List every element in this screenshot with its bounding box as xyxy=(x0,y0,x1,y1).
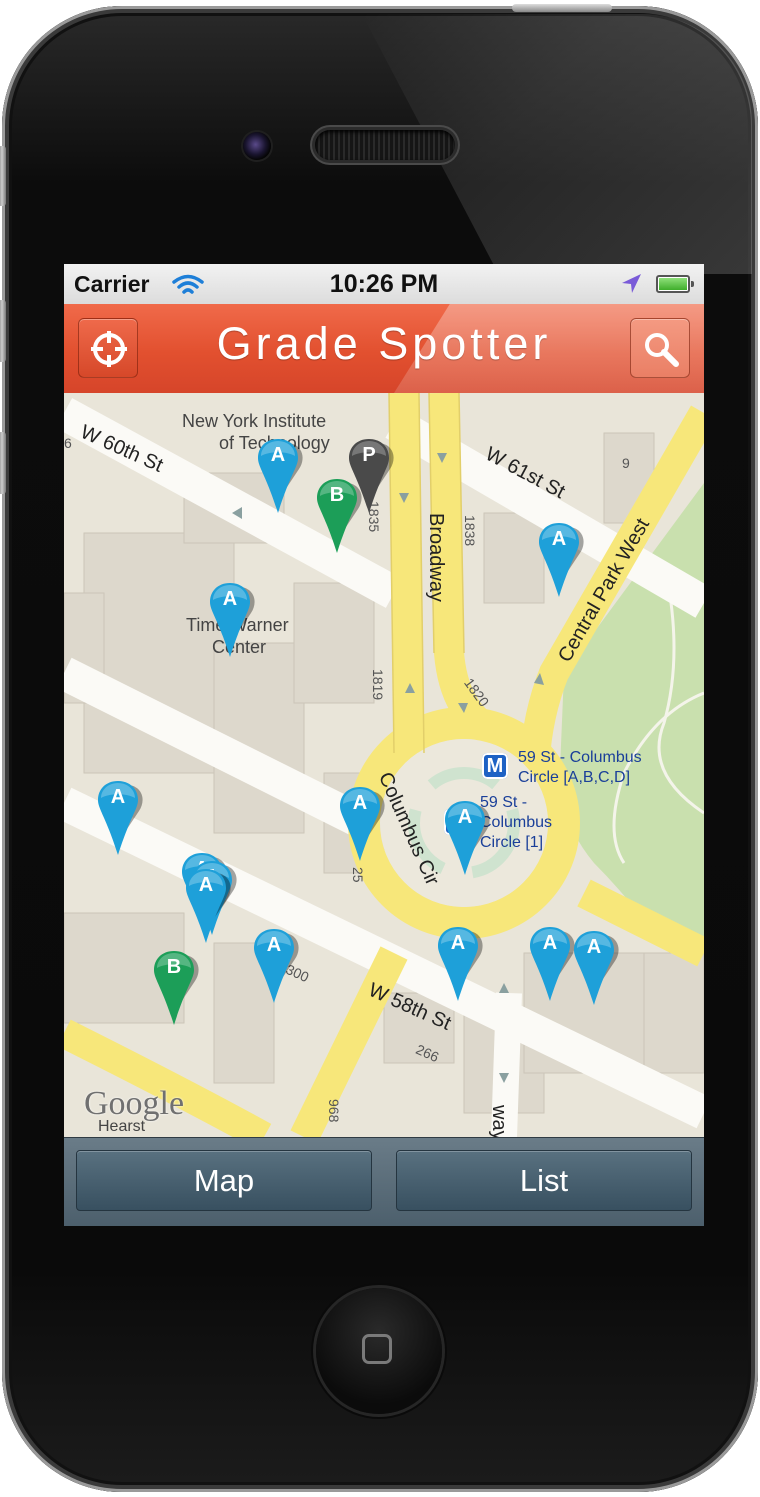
tab-list[interactable]: List xyxy=(396,1150,692,1211)
place-nyit-line1: New York Institute xyxy=(182,411,327,431)
map-pin[interactable]: A xyxy=(573,929,619,1009)
place-hearst: Hearst xyxy=(98,1118,146,1135)
map-pin-grade: A xyxy=(352,792,368,814)
map-pin[interactable]: A xyxy=(529,925,575,1005)
subway-badge-1: M xyxy=(482,753,508,779)
wifi-icon xyxy=(172,274,204,294)
map-pin-grade: P xyxy=(362,444,376,466)
map-pin[interactable]: B xyxy=(316,477,362,557)
map-pin-grade: A xyxy=(551,528,567,550)
map-pin-grade: A xyxy=(222,588,238,610)
search-button[interactable] xyxy=(630,318,690,378)
map-pin[interactable]: A xyxy=(253,927,299,1007)
nav-bar: Grade Spotter xyxy=(64,304,704,394)
map-pin-grade: B xyxy=(166,956,182,978)
map-pin-grade: A xyxy=(270,444,286,466)
subway-station2-line1: 59 St - xyxy=(480,794,528,811)
street-broadway-partial: way xyxy=(488,1105,510,1137)
map-pin-grade: A xyxy=(110,786,126,808)
map-pin-grade: A xyxy=(457,806,473,828)
map-pin[interactable]: A xyxy=(185,867,231,947)
volume-down-button[interactable] xyxy=(0,432,6,494)
street-broadway: Broadway xyxy=(425,513,447,602)
map-pin-grade: A xyxy=(266,934,282,956)
search-icon xyxy=(645,333,679,367)
map-pin-grade: A xyxy=(450,932,466,954)
map-pin-grade: A xyxy=(542,932,558,954)
front-camera xyxy=(243,132,271,160)
app-title: Grade Spotter xyxy=(216,318,552,369)
carrier-label: Carrier xyxy=(74,271,150,297)
number-968: 968 xyxy=(326,1099,342,1123)
map-pin[interactable]: A xyxy=(339,785,385,865)
locate-button[interactable] xyxy=(78,318,138,378)
map-pin[interactable]: A xyxy=(97,779,143,859)
status-bar: Carrier 10:26 PM xyxy=(64,264,704,305)
number-1838: 1838 xyxy=(462,515,478,547)
number-25: 25 xyxy=(350,867,366,883)
number-1819: 1819 xyxy=(370,669,386,701)
home-button[interactable] xyxy=(316,1288,442,1414)
map-pin[interactable]: A xyxy=(538,521,584,601)
number-6: 6 xyxy=(64,435,72,451)
earpiece-speaker xyxy=(315,130,455,160)
map-pin[interactable]: A xyxy=(444,799,490,879)
tab-map[interactable]: Map xyxy=(76,1150,372,1211)
map-view[interactable]: New York Institute of Technology Time Wa… xyxy=(64,393,704,1137)
mute-switch[interactable] xyxy=(0,146,6,206)
map-pin[interactable]: B xyxy=(153,949,199,1029)
tab-bar: Map List xyxy=(64,1137,704,1226)
subway-station1-line2: Circle [A,B,C,D] xyxy=(518,769,631,786)
subway-station2-line2: Columbus xyxy=(480,814,553,831)
map-pin[interactable]: A xyxy=(209,581,255,661)
map-pin-grade: B xyxy=(329,484,345,506)
sleep-button[interactable] xyxy=(512,4,612,12)
map-pin[interactable]: A xyxy=(257,437,303,517)
crosshair-locate-icon xyxy=(91,331,127,367)
status-time: 10:26 PM xyxy=(329,270,439,298)
location-arrow-icon xyxy=(622,274,641,293)
number-9: 9 xyxy=(622,455,630,471)
subway-station2-line3: Circle [1] xyxy=(480,834,544,851)
map-pin[interactable]: A xyxy=(437,925,483,1005)
map-pin-grade: A xyxy=(198,874,214,896)
app-screen: Carrier 10:26 PM Grade Spotter New York … xyxy=(64,264,704,1226)
home-square-icon xyxy=(362,1334,392,1364)
map-pin-grade: A xyxy=(586,936,602,958)
subway-station1-line1: 59 St - Columbus xyxy=(518,749,642,766)
volume-up-button[interactable] xyxy=(0,300,6,362)
battery-icon xyxy=(656,275,694,293)
